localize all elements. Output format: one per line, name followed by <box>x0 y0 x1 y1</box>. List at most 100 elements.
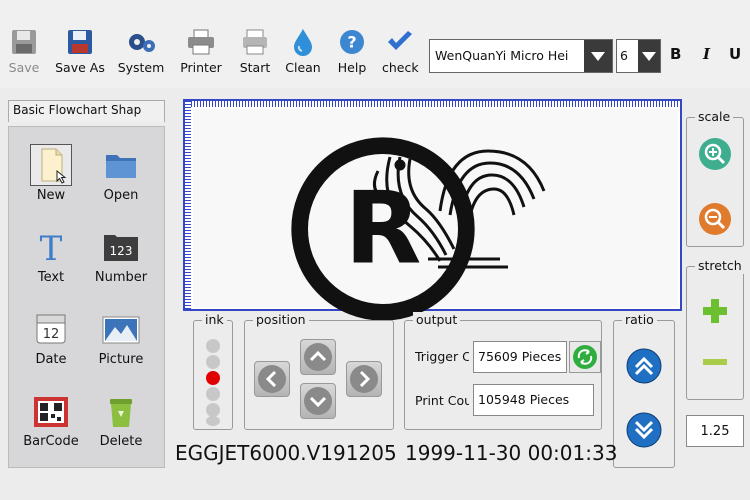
floppy-disk-icon <box>68 30 92 54</box>
chevron-down-icon[interactable] <box>584 40 612 72</box>
ink-dot <box>206 387 220 401</box>
reset-trigger-button[interactable] <box>569 341 601 373</box>
chevron-left-icon <box>258 365 286 393</box>
output-group: output Trigger C 75609 Pieces Print Cou … <box>404 312 602 430</box>
move-down-button[interactable] <box>300 383 336 419</box>
print-count-field[interactable]: 105948 Pieces <box>473 384 594 416</box>
start-printer-icon <box>243 29 267 55</box>
trigger-count-label: Trigger C <box>415 349 469 364</box>
chevron-right-icon <box>350 365 378 393</box>
ruler-top <box>185 101 680 107</box>
svg-text:?: ? <box>347 33 356 52</box>
bold-button[interactable]: B <box>670 45 681 63</box>
help-label: Help <box>337 60 367 75</box>
delete-tool[interactable]: Delete <box>91 391 151 461</box>
scale-group: scale <box>686 109 744 247</box>
save-label: Save <box>8 60 40 75</box>
toolbar: Save Save As System Printer Start Clean … <box>0 0 750 88</box>
floppy-disk-icon <box>12 30 36 54</box>
move-right-button[interactable] <box>346 361 382 397</box>
number-tool-label: Number <box>94 270 148 285</box>
ink-dot <box>206 339 220 353</box>
check-button[interactable]: check <box>382 28 419 84</box>
tab-basic-flowchart-shapes[interactable]: Basic Flowchart Shap <box>8 100 165 122</box>
zoom-in-icon[interactable] <box>698 137 732 171</box>
system-label: System <box>117 60 165 75</box>
design-canvas[interactable]: R <box>193 109 678 321</box>
ink-dot <box>206 355 220 369</box>
help-icon: ? <box>340 30 364 54</box>
font-family-value: WenQuanYi Micro Hei <box>435 48 569 63</box>
ratio-increase-icon[interactable] <box>625 347 663 385</box>
barcode-tool-label: BarCode <box>23 434 79 449</box>
check-label: check <box>382 60 419 75</box>
clean-label: Clean <box>285 60 321 75</box>
number-icon: 123 <box>104 235 138 261</box>
gears-icon <box>129 34 155 52</box>
font-size-value: 6 <box>620 48 628 63</box>
new-tool-label: New <box>36 188 66 203</box>
water-drop-icon <box>294 29 312 56</box>
stretch-group: stretch <box>686 258 745 400</box>
save-button[interactable]: Save <box>4 28 44 84</box>
text-tool[interactable]: T Text <box>21 227 81 297</box>
system-button[interactable]: System <box>117 28 165 84</box>
stretch-increase-icon[interactable] <box>702 298 728 324</box>
position-title: position <box>253 312 309 328</box>
scale-title: scale <box>695 109 734 125</box>
calendar-icon: 12 <box>36 314 66 344</box>
start-label: Start <box>239 60 271 75</box>
checkmark-icon <box>388 31 412 50</box>
save-as-button[interactable]: Save As <box>54 28 106 84</box>
chevron-down-icon[interactable] <box>638 40 660 72</box>
printer-button[interactable]: Printer <box>178 28 224 84</box>
ink-dot <box>206 403 220 417</box>
rooster-logo-image[interactable] <box>368 131 568 271</box>
clean-button[interactable]: Clean <box>284 28 322 84</box>
ratio-title: ratio <box>622 312 657 328</box>
font-family-select[interactable]: WenQuanYi Micro Hei <box>429 39 613 73</box>
date-tool-label: Date <box>35 352 67 367</box>
chevron-up-icon <box>304 343 332 371</box>
system-datetime: 1999-11-30 00:01:33 <box>405 441 618 465</box>
move-left-button[interactable] <box>254 361 290 397</box>
ink-group: ink <box>193 312 233 430</box>
printer-label: Printer <box>180 60 222 75</box>
design-canvas-frame: R <box>183 99 682 321</box>
italic-button[interactable]: I <box>703 45 710 63</box>
firmware-version: EGGJET6000.V191205 <box>175 441 397 465</box>
start-button[interactable]: Start <box>237 28 273 84</box>
save-as-label: Save As <box>55 60 105 75</box>
stretch-decrease-icon[interactable] <box>702 357 728 367</box>
folder-icon <box>106 155 136 178</box>
output-title: output <box>413 312 461 328</box>
text-icon: T <box>40 229 63 267</box>
underline-button[interactable]: U <box>729 45 741 63</box>
zoom-out-icon[interactable] <box>698 202 732 236</box>
ink-dot <box>206 371 220 385</box>
number-icon-text: 123 <box>110 244 133 258</box>
recycle-icon <box>573 345 597 369</box>
move-up-button[interactable] <box>300 339 336 375</box>
barcode-tool[interactable]: BarCode <box>21 391 81 461</box>
ratio-group: ratio <box>613 312 675 468</box>
help-button[interactable]: ? Help <box>334 28 370 84</box>
trigger-count-field[interactable]: 75609 Pieces <box>473 341 567 373</box>
date-tool[interactable]: 12 Date <box>21 309 81 379</box>
ratio-decrease-icon[interactable] <box>625 411 663 449</box>
open-tool[interactable]: Open <box>91 145 151 215</box>
stretch-title: stretch <box>695 258 745 274</box>
delete-tool-label: Delete <box>99 434 143 449</box>
picture-icon <box>102 316 140 344</box>
picture-tool[interactable]: Picture <box>91 309 151 379</box>
font-size-select[interactable]: 6 <box>616 39 661 73</box>
ratio-value-field[interactable]: 1.25 <box>686 415 744 447</box>
position-group: position <box>244 312 394 430</box>
print-count-label: Print Cou <box>415 393 469 408</box>
printer-icon <box>188 29 214 55</box>
ruler-left <box>185 101 191 309</box>
number-tool[interactable]: 123 Number <box>91 227 151 297</box>
new-tool[interactable]: New <box>21 144 81 215</box>
date-icon-text: 12 <box>43 327 60 342</box>
ink-title: ink <box>202 312 227 328</box>
